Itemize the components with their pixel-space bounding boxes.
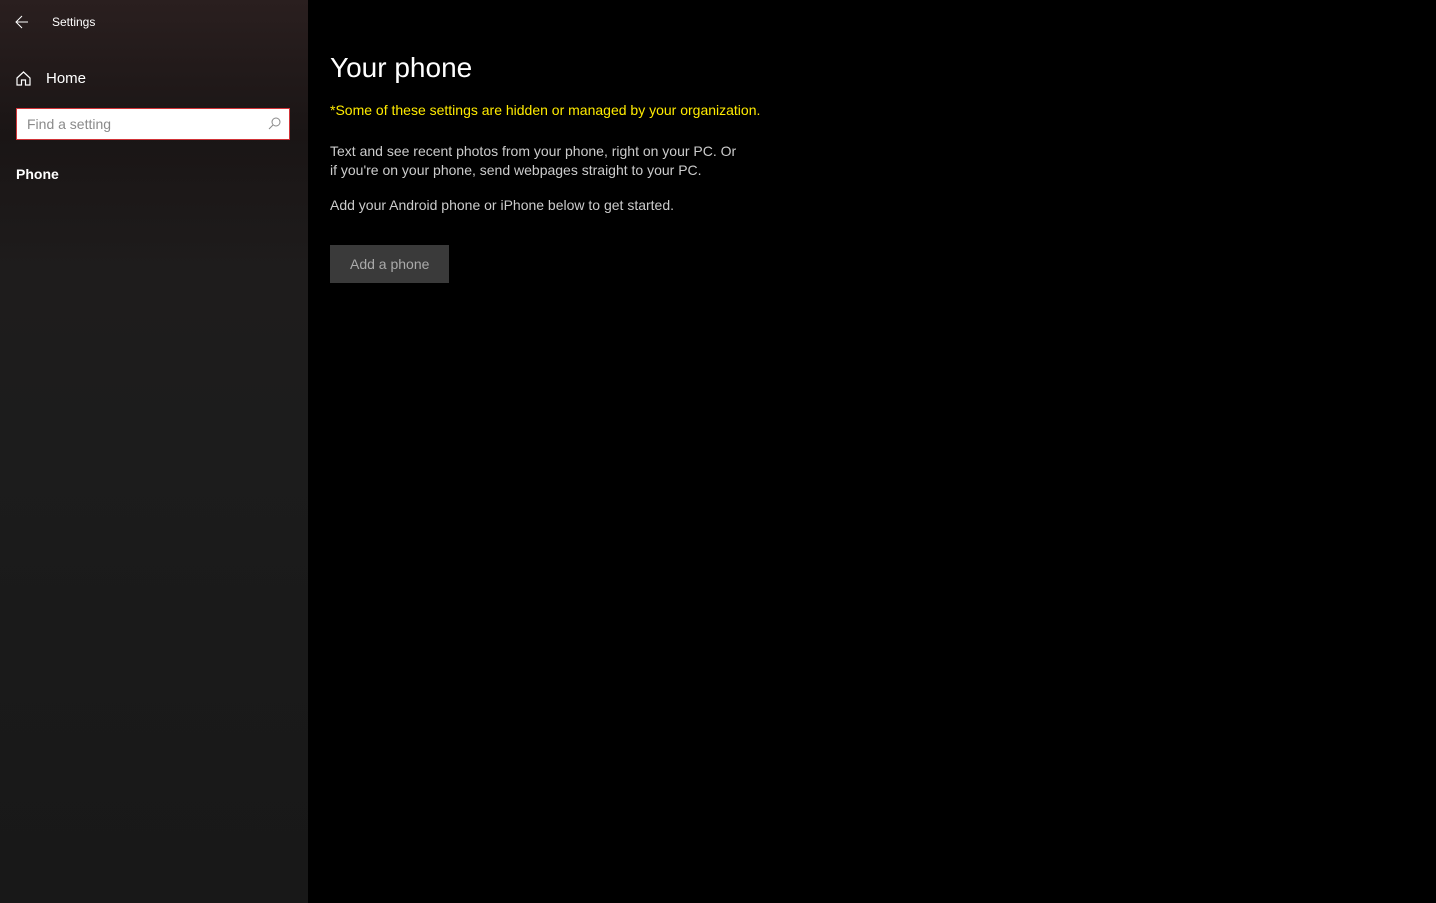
back-arrow-icon [14, 14, 30, 30]
org-warning-text: *Some of these settings are hidden or ma… [330, 102, 1436, 118]
page-title: Your phone [330, 52, 1436, 84]
home-nav-item[interactable]: Home [0, 56, 308, 100]
sidebar: Settings Home Phone [0, 0, 308, 903]
header-row: Settings [0, 0, 308, 44]
search-input[interactable] [17, 109, 259, 139]
main-content: Your phone *Some of these settings are h… [308, 0, 1436, 903]
add-phone-button[interactable]: Add a phone [330, 245, 449, 283]
home-icon [14, 69, 32, 87]
header-title: Settings [52, 15, 95, 29]
sidebar-item-phone[interactable]: Phone [0, 152, 308, 196]
search-wrap [0, 100, 308, 140]
back-button[interactable] [14, 14, 30, 30]
search-box[interactable] [16, 108, 290, 140]
search-icon [259, 109, 289, 139]
description-2: Add your Android phone or iPhone below t… [330, 196, 740, 215]
description-1: Text and see recent photos from your pho… [330, 142, 740, 180]
sidebar-item-label: Phone [16, 166, 59, 182]
home-label: Home [46, 70, 86, 87]
